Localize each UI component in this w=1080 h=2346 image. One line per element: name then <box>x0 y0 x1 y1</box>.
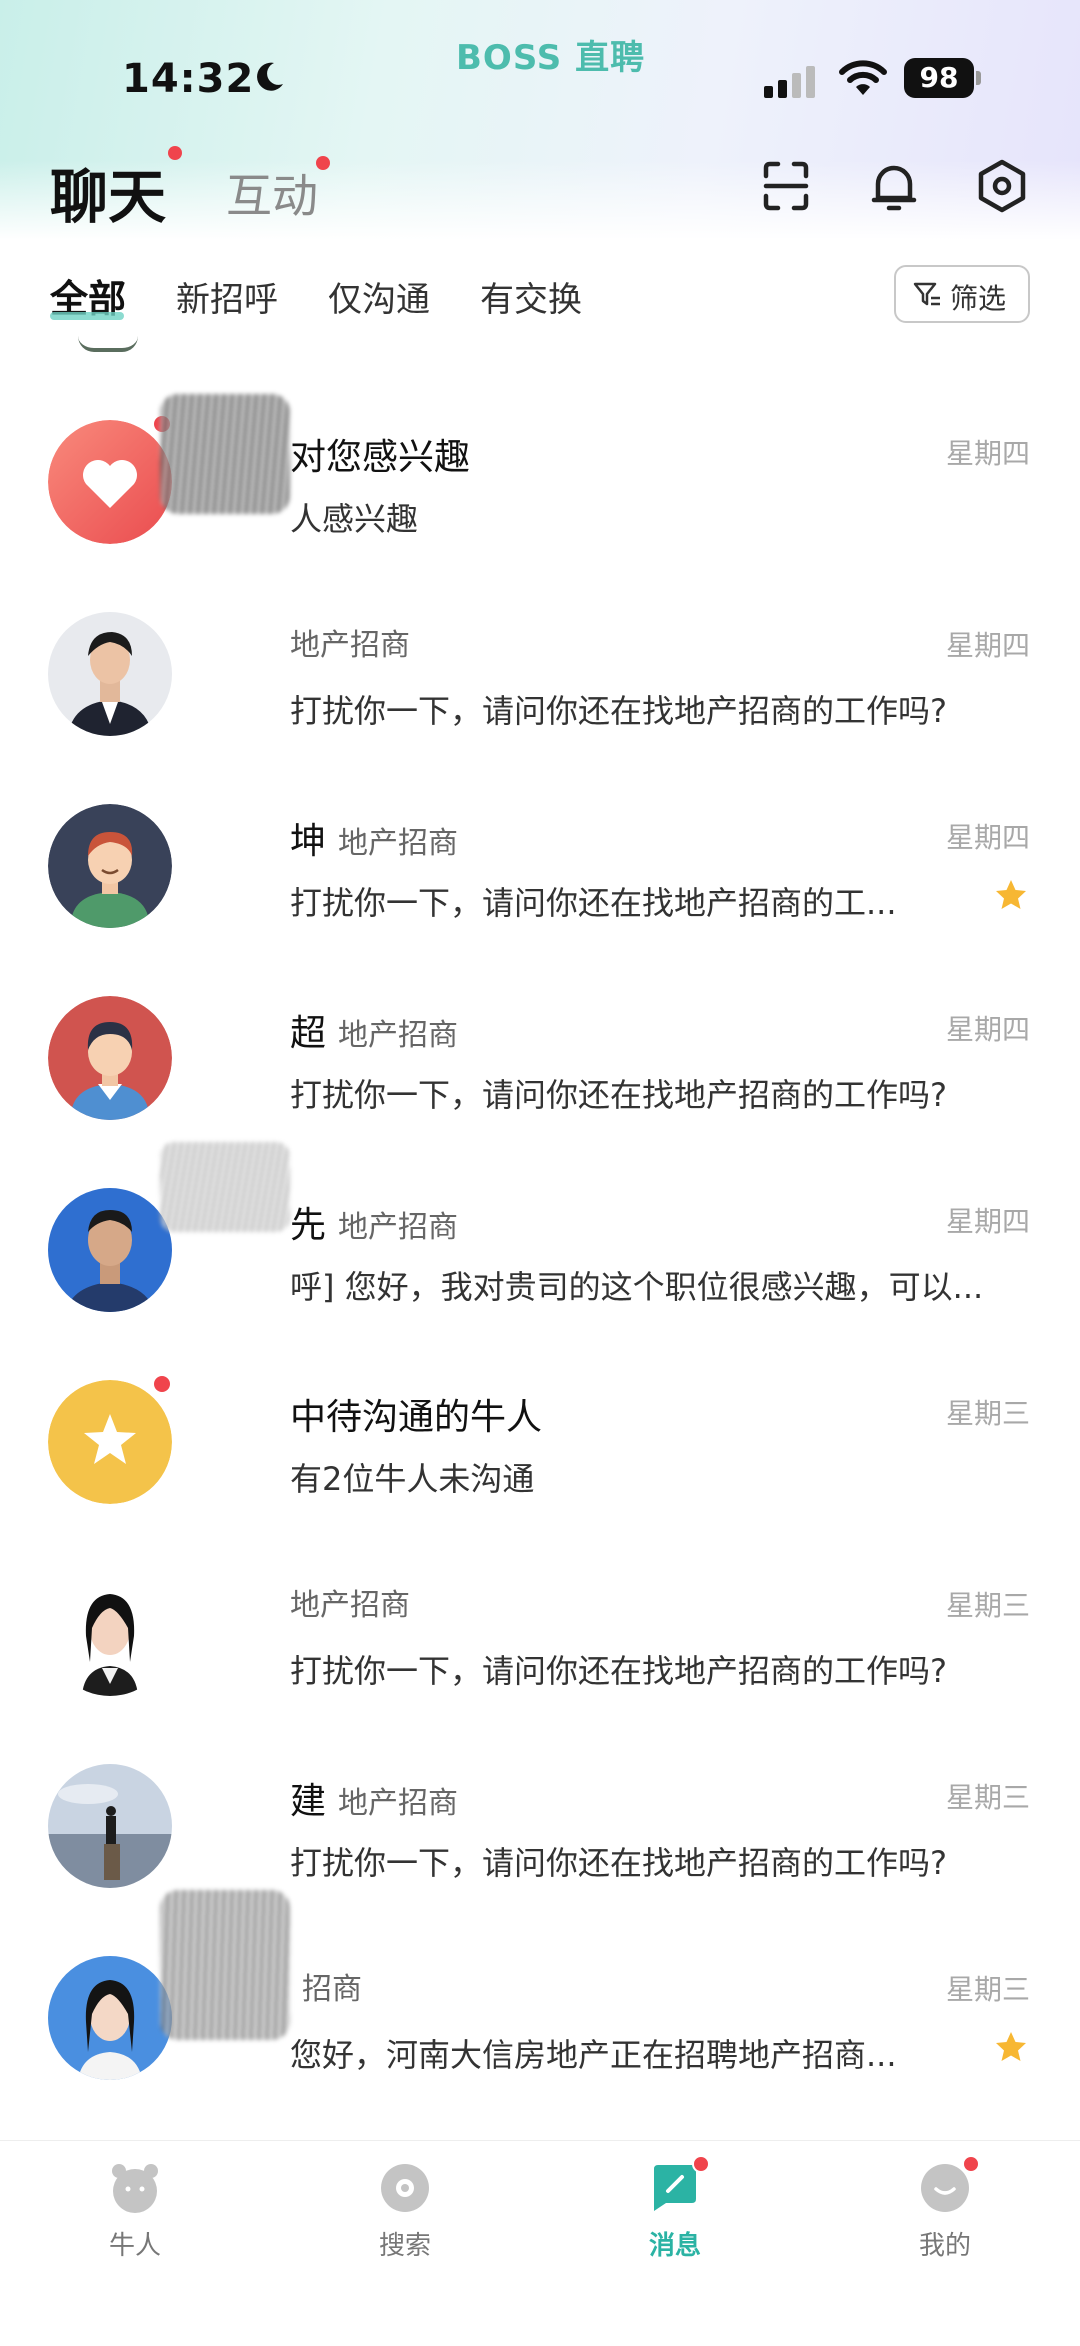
conversation-message: 打扰你一下，请问你还在找地产招商的工作吗? <box>290 1844 947 1882</box>
battery-indicator: 98 <box>904 58 982 98</box>
male-avatar-icon <box>48 804 172 928</box>
app-brand: BOSS 直聘 <box>456 38 646 78</box>
conversation-title: 地产招商 <box>290 1588 410 1623</box>
conversation-item[interactable]: 中待沟通的牛人 有2位牛人未沟通 星期三 <box>0 1344 1080 1536</box>
scan-icon[interactable] <box>756 156 816 216</box>
star-icon <box>996 2032 1026 2061</box>
avatar <box>48 420 172 544</box>
profile-icon <box>918 2155 980 2215</box>
avatar <box>48 1764 172 1888</box>
filter-icon <box>913 282 940 306</box>
tab-chat[interactable]: 聊天 <box>50 150 166 234</box>
conversation-item[interactable]: 对您感兴趣 人感兴趣 星期四 <box>0 384 1080 576</box>
battery-level: 98 <box>904 58 974 98</box>
conversation-title: 超地产招商 <box>290 1013 459 1054</box>
partial-avatar <box>78 336 138 352</box>
conversation-message: 您好，河南大信房地产正在招聘地产招商... <box>290 2036 897 2074</box>
avatar <box>48 1572 172 1696</box>
conversation-time: 星期四 <box>945 1205 1030 1238</box>
tab-label: 搜索 <box>378 2231 431 2261</box>
conversation-message: 呼] 您好，我对贵司的这个职位很感兴趣，可以... <box>290 1268 984 1306</box>
avatar <box>48 1956 172 2080</box>
bell-icon[interactable] <box>864 156 924 216</box>
tab-profile[interactable]: 我的 <box>875 2155 1015 2262</box>
redacted-region <box>160 394 290 514</box>
conversation-message: 有2位牛人未沟通 <box>290 1460 535 1498</box>
conversation-time: 星期三 <box>945 1781 1030 1814</box>
conversation-message: 人感兴趣 <box>290 500 419 538</box>
star-icon <box>996 880 1026 909</box>
conversation-time: 星期三 <box>945 1973 1030 2006</box>
conversation-title: 对您感兴趣 <box>290 437 471 478</box>
person-photo-icon <box>48 1956 172 2080</box>
conversation-title: 招商 <box>302 1972 362 2007</box>
settings-icon[interactable] <box>972 156 1032 216</box>
unread-dot <box>154 1376 170 1392</box>
conversation-message: 打扰你一下，请问你还在找地产招商的工作吗? <box>290 692 947 730</box>
landscape-photo-icon <box>48 1764 172 1888</box>
status-bar: 14:32 BOSS 直聘 98 <box>0 0 1080 140</box>
signal-icon <box>764 66 815 98</box>
tab-search[interactable]: 搜索 <box>335 2161 475 2262</box>
message-icon <box>648 2155 710 2215</box>
star-badge-icon <box>48 1380 172 1504</box>
filter-button[interactable]: 筛选 <box>894 265 1030 323</box>
conversation-title: 中待沟通的牛人 <box>290 1397 543 1438</box>
conversation-time: 星期四 <box>945 821 1030 854</box>
messages-badge <box>692 2155 710 2173</box>
avatar <box>48 612 172 736</box>
conversation-time: 星期三 <box>945 1397 1030 1430</box>
moon-icon <box>257 62 283 91</box>
bottom-tab-bar: 牛人 搜索 消息 我的 <box>0 2140 1080 2346</box>
redacted-region <box>160 1890 290 2040</box>
person-photo-icon <box>48 612 172 736</box>
conversation-time: 星期三 <box>945 1589 1030 1622</box>
bear-icon <box>108 2161 162 2215</box>
avatar <box>48 996 172 1120</box>
conversation-item[interactable]: 超地产招商 打扰你一下，请问你还在找地产招商的工作吗? 星期四 <box>0 960 1080 1152</box>
filter-tab-communicated[interactable]: 仅沟通 <box>328 272 430 321</box>
filter-tab-new-greeting[interactable]: 新招呼 <box>176 272 278 321</box>
tab-messages[interactable]: 消息 <box>605 2155 745 2262</box>
conversation-item[interactable]: 先地产招商 呼] 您好，我对贵司的这个职位很感兴趣，可以... 星期四 <box>0 1142 1080 1344</box>
conversation-message: 打扰你一下，请问你还在找地产招商的工作吗? <box>290 1076 947 1114</box>
conversation-item[interactable]: 建地产招商 打扰你一下，请问你还在找地产招商的工作吗? 星期三 <box>0 1728 1080 1920</box>
conversation-item[interactable]: 地产招商 打扰你一下，请问你还在找地产招商的工作吗? 星期三 <box>0 1536 1080 1728</box>
conversation-title: 建地产招商 <box>290 1781 459 1822</box>
search-icon <box>378 2161 432 2215</box>
tab-candidates[interactable]: 牛人 <box>65 2161 205 2262</box>
male-avatar-icon <box>48 996 172 1120</box>
conversation-item[interactable]: 地产招商 打扰你一下，请问你还在找地产招商的工作吗? 星期四 <box>0 576 1080 768</box>
person-photo-icon <box>48 1572 172 1696</box>
chat-badge <box>168 146 182 160</box>
conversation-title: 地产招商 <box>290 628 410 663</box>
conversation-time: 星期四 <box>945 629 1030 662</box>
wifi-icon <box>839 60 887 95</box>
conversation-item[interactable]: 坤地产招商 打扰你一下，请问你还在找地产招商的工... 星期四 <box>0 768 1080 960</box>
avatar <box>48 1380 172 1504</box>
conversation-message: 打扰你一下，请问你还在找地产招商的工... <box>290 884 897 922</box>
tab-label: 我的 <box>918 2231 971 2261</box>
redacted-region <box>160 1142 290 1232</box>
filter-tab-exchanged[interactable]: 有交换 <box>480 272 582 321</box>
avatar <box>48 804 172 928</box>
profile-badge <box>962 2155 980 2173</box>
status-time: 14:32 <box>122 56 255 102</box>
tab-label: 牛人 <box>108 2231 161 2261</box>
avatar <box>48 1188 172 1312</box>
interact-badge <box>316 156 330 170</box>
tab-label: 消息 <box>648 2231 701 2261</box>
tab-interact[interactable]: 互动 <box>226 160 318 226</box>
conversation-title: 先地产招商 <box>290 1205 459 1246</box>
filter-label: 筛选 <box>950 282 1007 315</box>
conversation-message: 打扰你一下，请问你还在找地产招商的工作吗? <box>290 1652 947 1690</box>
conversation-time: 星期四 <box>945 437 1030 470</box>
active-tab-indicator <box>50 312 124 320</box>
conversation-time: 星期四 <box>945 1013 1030 1046</box>
conversation-item[interactable]: 招商 您好，河南大信房地产正在招聘地产招商... 星期三 <box>0 1890 1080 2112</box>
conversation-title: 坤地产招商 <box>290 821 459 862</box>
person-photo-icon <box>48 1188 172 1312</box>
heart-icon <box>48 420 172 544</box>
